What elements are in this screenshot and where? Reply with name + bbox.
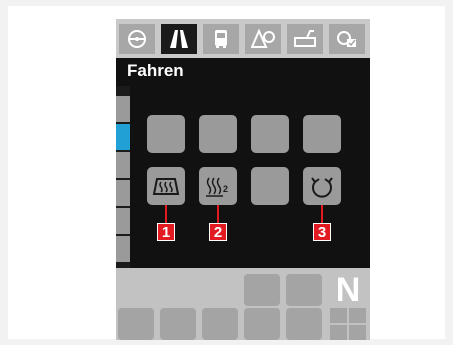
softkey-1-2[interactable] [199,115,237,153]
tab-warnings[interactable] [245,24,281,54]
rear-window-heating-icon [152,178,180,195]
road-icon [170,30,188,48]
softkey-panel: 2 1 2 3 [130,86,370,268]
softkey-1-3[interactable] [251,115,289,153]
status-slot [244,308,280,340]
status-slot [202,308,238,340]
tab-bar [116,19,370,57]
quad-cell [349,325,366,340]
callout-leader-2 [217,205,219,223]
gear-indicator: N [335,270,361,309]
rear-window-heating-button[interactable] [147,167,185,205]
status-slot [286,274,322,306]
callout-leader-3 [321,205,323,223]
softkey-1-1[interactable] [147,115,185,153]
tab-settings[interactable] [329,24,365,54]
recirculation-button[interactable] [303,167,341,205]
status-slot [118,308,154,340]
softkey-2-3[interactable] [251,167,289,205]
screen-header: Fahren [116,58,370,86]
heating-stage-button[interactable]: 2 [199,167,237,205]
recirculation-icon [311,177,333,198]
quad-cell [330,308,347,323]
callout-2: 2 [209,223,227,241]
status-slot [160,308,196,340]
display-frame: Fahren 2 1 2 3 N [8,6,445,340]
callout-leader-1 [165,205,167,223]
side-segment [116,152,130,178]
steering-wheel-icon [128,30,146,48]
status-slot [244,274,280,306]
side-segment [116,180,130,206]
status-slot [286,308,322,340]
quad-cell [349,308,366,323]
bottom-status-area: N [116,268,370,340]
heating-stage-icon: 2 [206,177,228,197]
tab-service[interactable] [287,24,323,54]
page-title: Fahren [127,61,184,80]
settings-check-icon [337,31,356,47]
side-segment [116,236,130,262]
tab-driving[interactable] [161,24,197,54]
vehicle-service-icon [294,30,316,47]
warning-sign-icon [251,29,275,48]
callout-3: 3 [313,223,331,241]
side-scroll-indicator [116,86,130,268]
side-segment [116,208,130,234]
quad-cell [330,325,347,340]
callout-1: 1 [157,223,175,241]
heating-stage-label: 2 [223,184,228,194]
display-screen: Fahren 2 1 2 3 N [116,19,370,340]
softkey-1-4[interactable] [303,115,341,153]
quad-status-slot [330,308,366,340]
tab-bus[interactable] [203,24,239,54]
side-segment-active [116,124,130,150]
tab-steering[interactable] [119,24,155,54]
bus-icon [215,30,227,48]
side-segment [116,96,130,122]
